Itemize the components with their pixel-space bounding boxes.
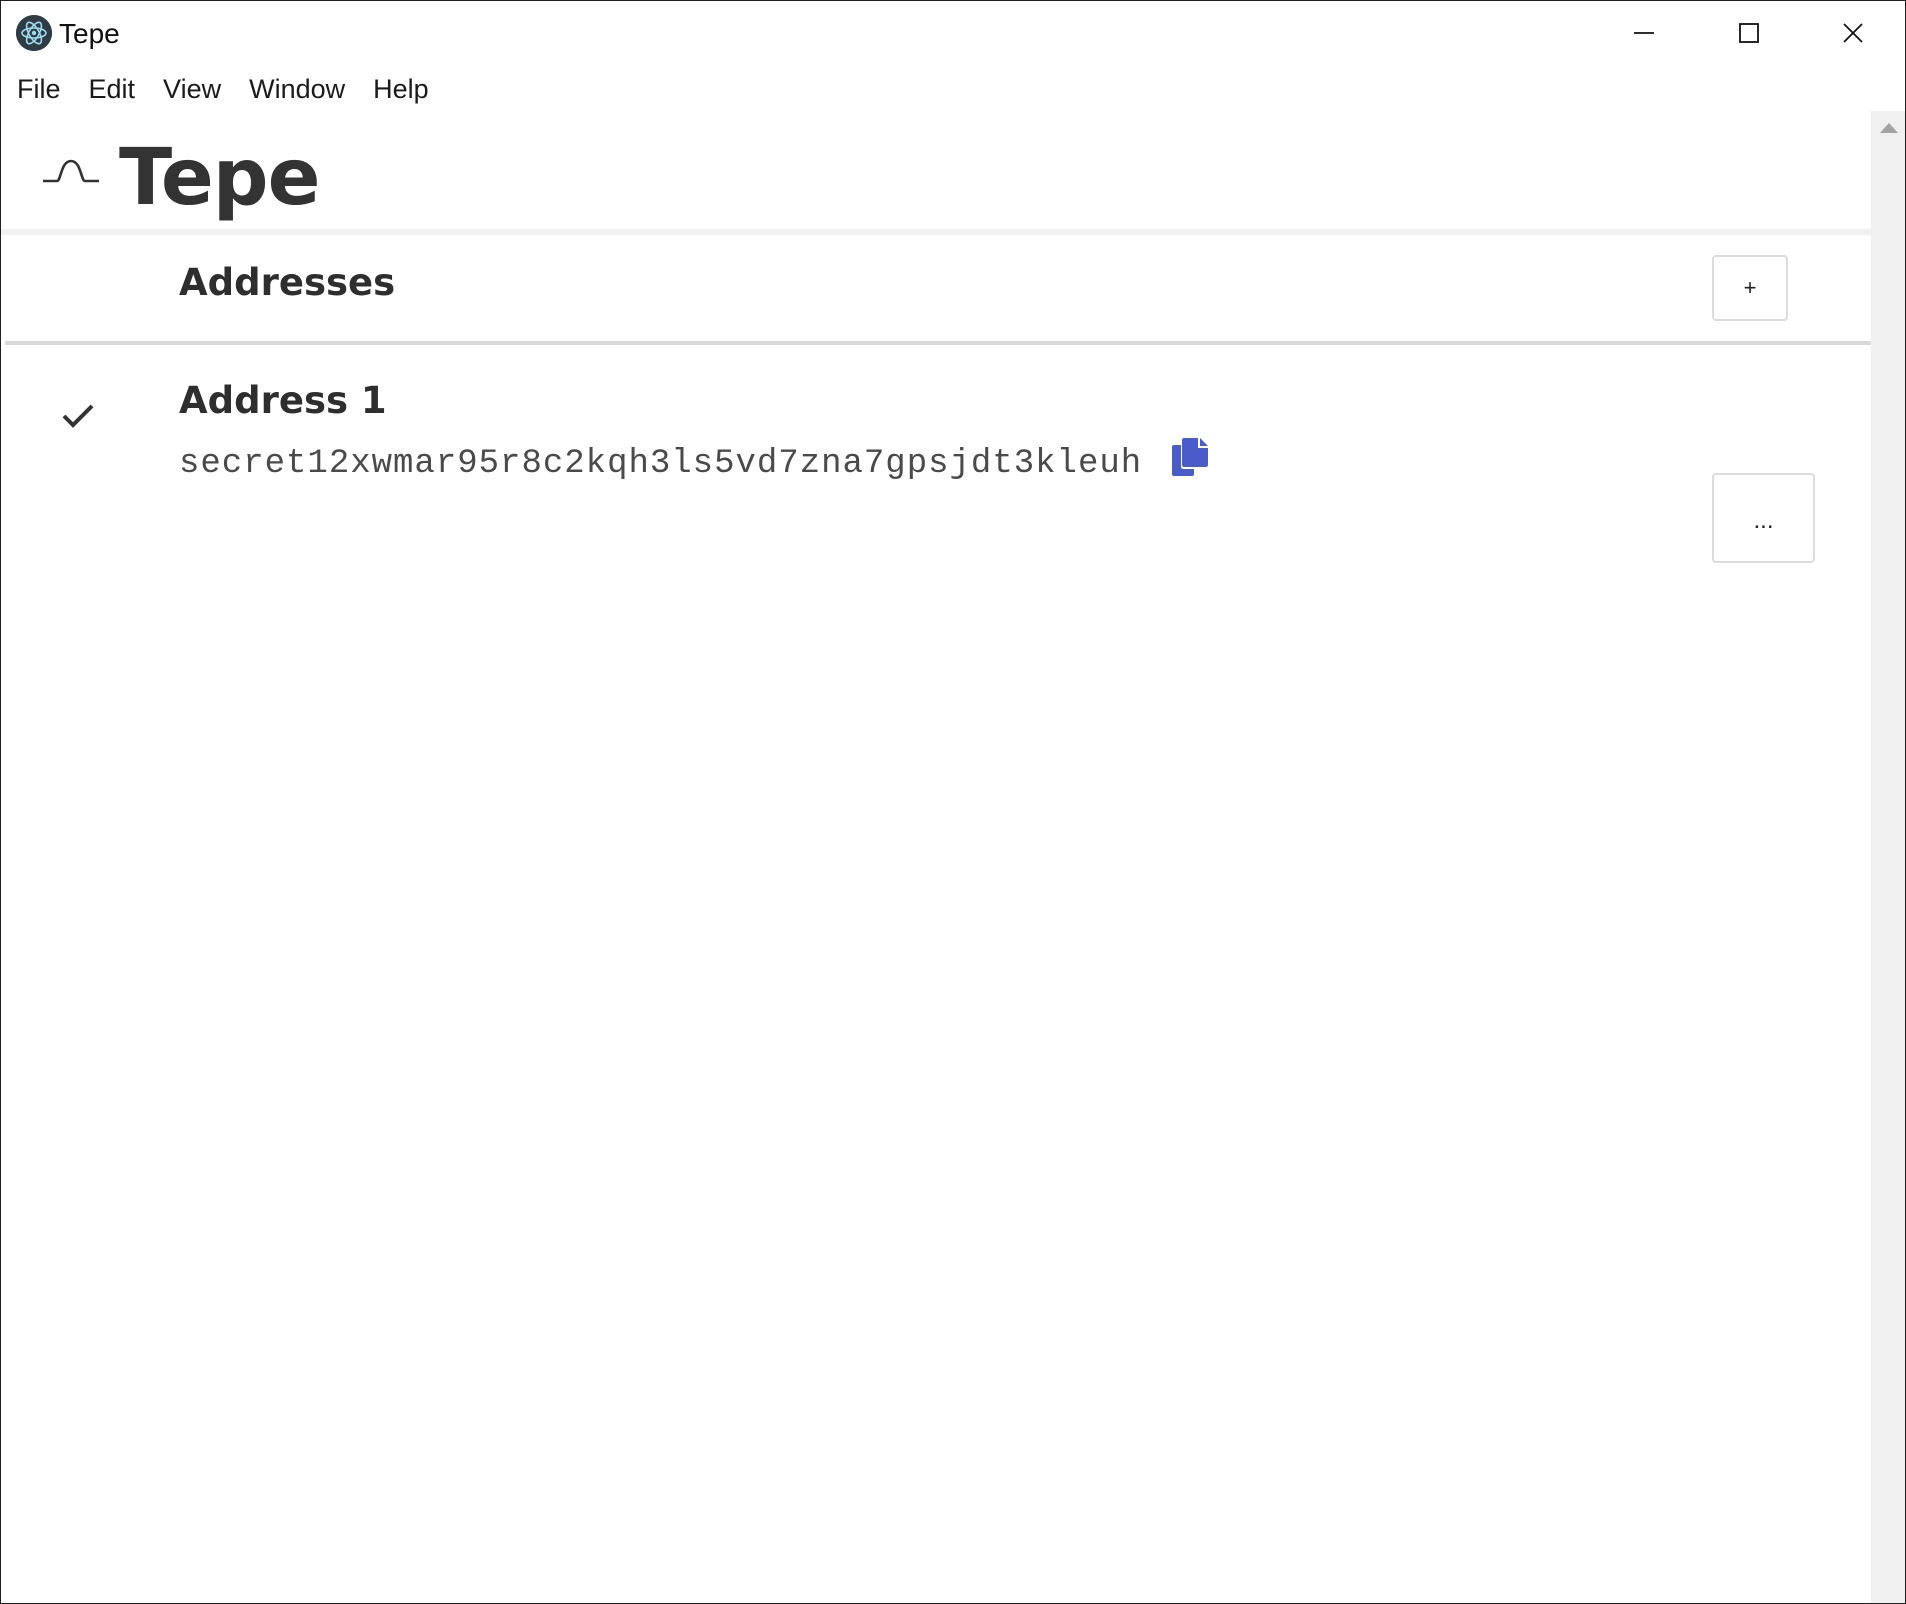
close-icon xyxy=(1843,23,1863,43)
app-window: Tepe File Edit View Window Help Tepe Add… xyxy=(0,0,1906,1604)
address-value: secret12xwmar95r8c2kqh3ls5vd7zna7gpsjdt3… xyxy=(179,445,1143,483)
menu-view[interactable]: View xyxy=(149,67,235,111)
address-more-button[interactable]: ... xyxy=(1712,473,1815,563)
minimize-button[interactable] xyxy=(1592,1,1696,65)
minimize-icon xyxy=(1634,32,1654,34)
window-title: Tepe xyxy=(59,18,120,49)
maximize-button[interactable] xyxy=(1697,1,1801,65)
address-name: Address 1 xyxy=(179,379,387,422)
app-heading: Tepe xyxy=(119,133,320,223)
electron-app-icon xyxy=(16,15,52,51)
vertical-scrollbar[interactable] xyxy=(1871,111,1905,1603)
add-address-button[interactable]: + xyxy=(1712,255,1788,321)
copy-icon[interactable] xyxy=(1171,437,1209,477)
menu-window[interactable]: Window xyxy=(235,67,359,111)
menu-edit[interactable]: Edit xyxy=(75,67,150,111)
signal-wave-icon xyxy=(43,159,99,183)
main-content: Tepe Addresses + Address 1 secret12xwmar… xyxy=(1,111,1871,1603)
menu-help[interactable]: Help xyxy=(359,67,443,111)
maximize-icon xyxy=(1739,23,1759,43)
checkmark-icon xyxy=(62,404,94,428)
close-button[interactable] xyxy=(1801,1,1905,65)
address-list-item[interactable]: Address 1 secret12xwmar95r8c2kqh3ls5vd7z… xyxy=(1,345,1871,563)
title-bar: Tepe xyxy=(1,1,1905,65)
section-title-addresses: Addresses xyxy=(179,261,396,304)
app-header: Tepe xyxy=(1,111,1871,229)
scroll-up-arrow-icon[interactable] xyxy=(1880,123,1898,133)
menu-bar: File Edit View Window Help xyxy=(1,67,1905,111)
header-divider xyxy=(1,229,1871,235)
menu-file[interactable]: File xyxy=(1,67,75,111)
